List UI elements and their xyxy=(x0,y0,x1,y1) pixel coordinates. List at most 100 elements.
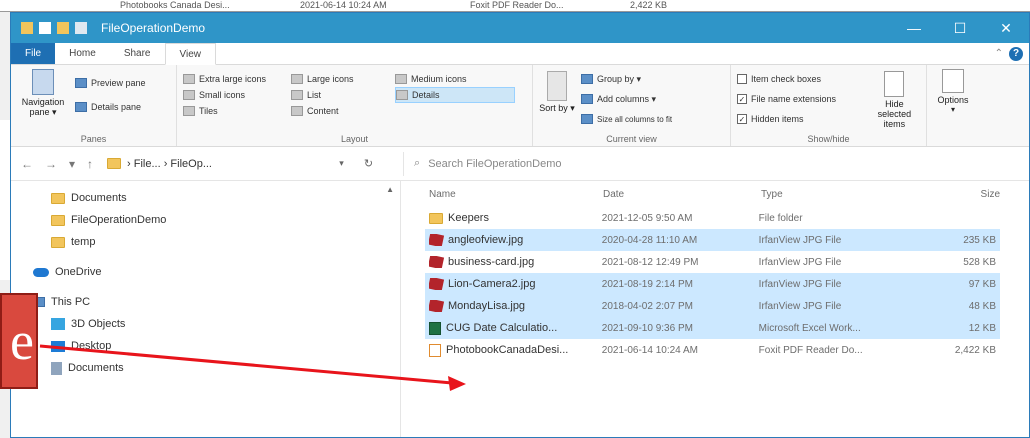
file-name: Lion-Camera2.jpg xyxy=(448,278,536,290)
navigation-pane-icon xyxy=(32,69,54,95)
minimize-button[interactable]: — xyxy=(891,13,937,43)
table-row[interactable]: CUG Date Calculatio... 2021-09-10 9:36 P… xyxy=(425,317,1000,339)
file-name-extensions-checkbox[interactable]: ✓ xyxy=(737,94,747,104)
address-path[interactable]: › File... › FileOp... ▾ ↻ xyxy=(103,157,373,170)
file-list-header: Name Date Type Size xyxy=(429,181,1029,207)
nav-item-documents[interactable]: Documents xyxy=(11,187,400,209)
small-icons-option[interactable]: Small icons xyxy=(183,87,289,103)
options-label: Options xyxy=(937,95,969,105)
customize-toolbar-icon[interactable] xyxy=(75,22,87,34)
list-option[interactable]: List xyxy=(291,87,393,103)
bg-file-date: 2021-06-14 10:24 AM xyxy=(300,0,387,10)
size-all-columns-button[interactable]: Size all columns to fit xyxy=(581,111,672,127)
content-icon xyxy=(291,106,303,116)
file-date: 2021-09-10 9:36 PM xyxy=(601,322,693,334)
folder-icon xyxy=(51,236,65,248)
add-columns-button[interactable]: Add columns ▾ xyxy=(581,91,672,107)
file-name: MondayLisa.jpg xyxy=(448,300,526,312)
help-icon[interactable]: ? xyxy=(1009,46,1023,61)
item-check-boxes-toggle[interactable]: Item check boxes xyxy=(737,71,863,87)
excel-file-icon xyxy=(429,321,441,335)
tiles-option[interactable]: Tiles xyxy=(183,103,289,119)
maximize-button[interactable]: ☐ xyxy=(937,13,983,43)
group-by-icon xyxy=(581,74,593,84)
large-icons-option[interactable]: Large icons xyxy=(291,71,393,87)
nav-item-documents-pc[interactable]: Documents xyxy=(11,357,400,379)
file-name: CUG Date Calculatio... xyxy=(446,322,558,334)
nav-item-this-pc[interactable]: This PC xyxy=(11,291,400,313)
list-icon xyxy=(291,90,303,100)
nav-item-label: FileOperationDemo xyxy=(71,214,167,226)
scroll-up-icon[interactable]: ▲ xyxy=(386,185,394,194)
column-header-date[interactable]: Date xyxy=(603,189,761,200)
hide-selected-items-button[interactable]: Hide selected items xyxy=(869,71,920,130)
tab-home[interactable]: Home xyxy=(55,43,110,64)
nav-item-onedrive[interactable]: OneDrive xyxy=(11,261,400,283)
sort-by-button[interactable]: Sort by ▾ xyxy=(539,71,575,130)
collapse-ribbon-icon[interactable]: ⌃ xyxy=(995,48,1003,59)
item-check-boxes-checkbox[interactable] xyxy=(737,74,747,84)
table-row[interactable]: business-card.jpg 2021-08-12 12:49 PM Ir… xyxy=(425,251,1000,273)
options-dropdown-icon: ▾ xyxy=(950,105,955,114)
preview-pane-label: Preview pane xyxy=(91,78,146,88)
table-row[interactable]: PhotobookCanadaDesi... 2021-06-14 10:24 … xyxy=(425,339,1000,361)
folder-icon xyxy=(21,22,33,34)
navigation-pane-button[interactable]: Navigation pane ▾ xyxy=(17,69,69,130)
refresh-button[interactable]: ↻ xyxy=(364,157,373,170)
bg-file-name: Photobooks Canada Desi... xyxy=(120,0,230,10)
address-bar-row: ← → ▾ ↑ › File... › FileOp... ▾ ↻ ⌕ Sear… xyxy=(11,147,1029,181)
close-button[interactable]: ✕ xyxy=(983,13,1029,43)
tab-view[interactable]: View xyxy=(164,43,216,65)
nav-item-desktop[interactable]: Desktop xyxy=(11,335,400,357)
details-option[interactable]: Details xyxy=(395,87,515,103)
tab-file[interactable]: File xyxy=(11,43,56,64)
title-bar[interactable]: FileOperationDemo — ☐ ✕ xyxy=(11,13,1029,43)
file-size: 12 KB xyxy=(968,322,996,334)
navigation-pane-label: Navigation pane ▾ xyxy=(21,97,65,117)
bg-file-size: 2,422 KB xyxy=(630,0,668,10)
details-icon xyxy=(396,90,408,100)
new-folder-icon[interactable] xyxy=(57,22,69,34)
table-row[interactable]: Keepers 2021-12-05 9:50 AM File folder xyxy=(425,207,1000,229)
hidden-items-toggle[interactable]: ✓ Hidden items xyxy=(737,111,863,127)
column-header-size[interactable]: Size xyxy=(949,189,1004,200)
breadcrumb[interactable]: › File... › FileOp... xyxy=(127,158,212,170)
preview-pane-icon xyxy=(75,78,87,88)
bg-file-type: Foxit PDF Reader Do... xyxy=(470,0,564,10)
hidden-items-checkbox[interactable]: ✓ xyxy=(737,114,747,124)
item-check-boxes-label: Item check boxes xyxy=(751,74,822,84)
explorer-window: FileOperationDemo — ☐ ✕ File Home Share … xyxy=(10,12,1030,438)
table-row[interactable]: angleofview.jpg 2020-04-28 11:10 AM Irfa… xyxy=(425,229,1000,251)
table-row[interactable]: MondayLisa.jpg 2018-04-02 2:07 PM IrfanV… xyxy=(425,295,1000,317)
tab-share[interactable]: Share xyxy=(110,43,165,64)
options-button[interactable]: Options ▾ xyxy=(933,69,973,114)
recent-locations-button[interactable]: ▾ xyxy=(69,157,75,171)
large-icons-label: Large icons xyxy=(307,74,354,84)
nav-item-label: OneDrive xyxy=(55,266,102,278)
forward-button[interactable]: → xyxy=(45,157,57,171)
options-icon xyxy=(942,69,964,93)
nav-item-fileoperationdemo[interactable]: FileOperationDemo xyxy=(11,209,400,231)
group-by-button[interactable]: Group by ▾ xyxy=(581,71,672,87)
navigation-pane: ▲ Documents FileOperationDemo temp OneDr… xyxy=(11,181,401,437)
up-button[interactable]: ↑ xyxy=(87,157,93,171)
properties-icon[interactable] xyxy=(39,22,51,34)
table-row[interactable]: Lion-Camera2.jpg 2021-08-19 2:14 PM Irfa… xyxy=(425,273,1000,295)
extra-large-icons-option[interactable]: Extra large icons xyxy=(183,71,289,87)
column-header-name[interactable]: Name xyxy=(429,189,603,200)
column-header-type[interactable]: Type xyxy=(761,189,949,200)
search-input[interactable]: ⌕ Search FileOperationDemo xyxy=(403,151,1029,176)
medium-icons-option[interactable]: Medium icons xyxy=(395,71,515,87)
nav-item-temp[interactable]: temp xyxy=(11,231,400,253)
file-date: 2020-04-28 11:10 AM xyxy=(601,234,698,246)
nav-item-3d-objects[interactable]: 3D Objects xyxy=(11,313,400,335)
details-pane-icon xyxy=(75,102,87,112)
details-label: Details xyxy=(412,90,440,100)
file-name-extensions-toggle[interactable]: ✓ File name extensions xyxy=(737,91,863,107)
content-option[interactable]: Content xyxy=(291,103,393,119)
preview-pane-button[interactable]: Preview pane xyxy=(75,75,146,91)
address-dropdown-icon[interactable]: ▾ xyxy=(339,158,344,169)
details-pane-button[interactable]: Details pane xyxy=(75,99,146,115)
back-button[interactable]: ← xyxy=(21,157,33,171)
folder-icon xyxy=(51,192,65,204)
